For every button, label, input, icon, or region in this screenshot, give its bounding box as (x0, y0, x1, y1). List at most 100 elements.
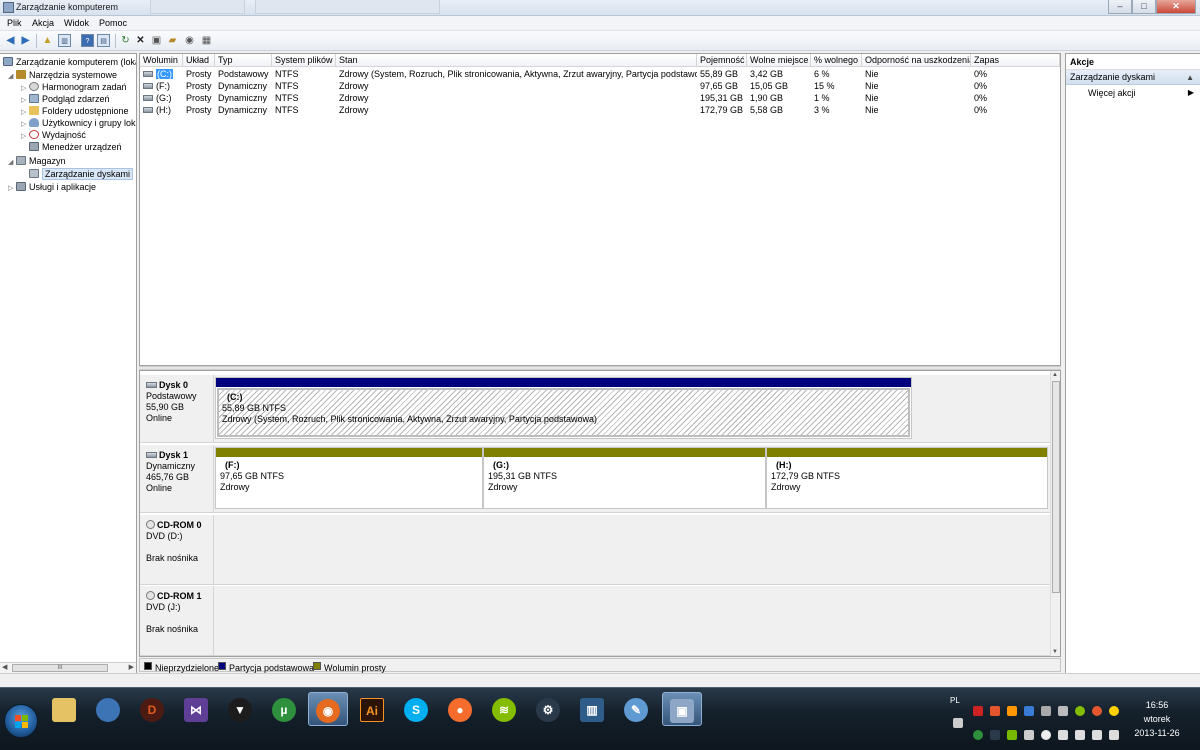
menu-help[interactable]: Pomoc (99, 18, 127, 28)
tray-app-icon[interactable] (1041, 730, 1051, 740)
column-header-type[interactable]: Typ (215, 54, 272, 67)
column-header-status[interactable]: Stan (336, 54, 697, 67)
column-header-free-space[interactable]: Wolne miejsce (747, 54, 811, 67)
tray-app-icon[interactable] (1041, 706, 1051, 716)
column-header-fault-tolerance[interactable]: Odporność na uszkodzenia (862, 54, 971, 67)
foobar-icon[interactable]: ▼ (220, 692, 260, 726)
disk-view-vertical-scrollbar[interactable]: ▲ ▼ (1050, 371, 1060, 656)
close-button[interactable]: ✕ (1156, 0, 1196, 14)
tray-app-icon[interactable] (1058, 706, 1068, 716)
partition-c[interactable]: (C:) 55,89 GB NTFS Zdrowy (System, Rozru… (215, 377, 912, 439)
flag-icon[interactable] (1075, 730, 1085, 740)
visual-studio-icon[interactable]: ⋈ (176, 692, 216, 726)
tray-app-icon[interactable] (1092, 706, 1102, 716)
tray-app-icon[interactable] (990, 706, 1000, 716)
scroll-down-icon[interactable]: ▼ (1052, 649, 1058, 655)
scroll-left-icon[interactable]: ◀ (2, 663, 7, 673)
table-row[interactable]: (F:) Prosty Dynamiczny NTFS Zdrowy 97,65… (140, 80, 1060, 92)
help-icon[interactable]: ? (81, 34, 94, 47)
tray-app-icon[interactable] (973, 706, 983, 716)
minimize-button[interactable]: – (1108, 0, 1132, 14)
column-header-percent-free[interactable]: % wolnego (811, 54, 862, 67)
tree-item-storage[interactable]: ◢ Magazyn (8, 155, 66, 167)
utorrent-icon[interactable]: µ (264, 692, 304, 726)
utorrent-tray-icon[interactable] (973, 730, 983, 740)
partition-g[interactable]: (G:) 195,31 GB NTFS Zdrowy (483, 447, 766, 509)
collapse-icon[interactable]: ◢ (8, 71, 16, 83)
properties-icon[interactable]: ▤ (97, 34, 110, 47)
folder-icon[interactable]: ▰ (166, 34, 179, 47)
collapse-icon[interactable]: ◢ (8, 157, 16, 169)
settings-icon[interactable]: ▦ (200, 34, 213, 47)
spotify-tray-icon[interactable] (1075, 706, 1085, 716)
tray-app-icon[interactable] (1024, 706, 1034, 716)
tray-app-icon[interactable] (1058, 730, 1068, 740)
tray-app-icon[interactable] (1024, 730, 1034, 740)
menu-view[interactable]: Widok (64, 18, 89, 28)
tree-item-device-manager[interactable]: Menedżer urządzeń (21, 141, 122, 153)
steam-tray-icon[interactable] (990, 730, 1000, 740)
disk-info[interactable]: Dysk 1 Dynamiczny 465,76 GB Online (140, 445, 214, 512)
paint-icon[interactable]: ✎ (616, 692, 656, 726)
tree-item-computer-management[interactable]: Zarządzanie komputerem (loka (3, 56, 136, 68)
forward-icon[interactable]: ▶ (19, 34, 32, 47)
disk-info[interactable]: CD-ROM 0 DVD (D:) Brak nośnika (140, 515, 214, 584)
menu-action[interactable]: Akcja (32, 18, 54, 28)
tree-item-event-viewer[interactable]: ▷ Podgląd zdarzeń (21, 93, 110, 105)
partition-f[interactable]: (F:) 97,65 GB NTFS Zdrowy (215, 447, 483, 509)
network-icon[interactable] (1092, 730, 1102, 740)
more-actions-item[interactable]: Więcej akcji ▶ (1066, 85, 1200, 101)
tree-item-system-tools[interactable]: ◢ Narzędzia systemowe (8, 69, 117, 81)
clock[interactable]: 16:56 wtorek 2013-11-26 (1118, 698, 1196, 740)
column-header-volume[interactable]: Wolumin (140, 54, 183, 67)
column-header-file-system[interactable]: System plików (272, 54, 336, 67)
disk-info[interactable]: Dysk 0 Podstawowy 55,90 GB Online (140, 375, 214, 442)
illustrator-icon[interactable]: Ai (352, 692, 392, 726)
task-manager-icon[interactable]: ▥ (572, 692, 612, 726)
app-icon[interactable] (3, 2, 14, 13)
scrollbar-thumb[interactable]: III (12, 664, 108, 672)
search-icon[interactable]: ◉ (183, 34, 196, 47)
skype-icon[interactable]: S (396, 692, 436, 726)
tray-app-icon[interactable] (1007, 706, 1017, 716)
scroll-right-icon[interactable]: ▶ (129, 663, 134, 673)
column-header-capacity[interactable]: Pojemność (697, 54, 747, 67)
diablo-icon[interactable]: D (132, 692, 172, 726)
refresh-icon[interactable]: ↻ (119, 34, 132, 47)
table-row[interactable]: (C:) Prosty Podstawowy NTFS Zdrowy (Syst… (140, 68, 1060, 80)
scrollbar-thumb[interactable] (1052, 381, 1060, 593)
origin-icon[interactable]: ● (440, 692, 480, 726)
thunderbird-icon[interactable] (88, 692, 128, 726)
menu-file[interactable]: Plik (7, 18, 22, 28)
up-folder-icon[interactable]: ▲ (41, 34, 54, 47)
tree-item-disk-management[interactable]: Zarządzanie dyskami (21, 168, 134, 180)
maximize-button[interactable]: □ (1132, 0, 1156, 14)
explorer-icon[interactable] (44, 692, 84, 726)
tree-horizontal-scrollbar[interactable]: ◀ III ▶ (0, 662, 136, 673)
nvidia-tray-icon[interactable] (1007, 730, 1017, 740)
column-header-layout[interactable]: Układ (183, 54, 215, 67)
start-button[interactable] (4, 704, 38, 738)
tray-app-icon[interactable] (953, 718, 963, 728)
spotify-icon[interactable]: ≋ (484, 692, 524, 726)
delete-icon[interactable]: ✕ (134, 34, 147, 47)
table-row[interactable]: (H:) Prosty Dynamiczny NTFS Zdrowy 172,7… (140, 104, 1060, 116)
table-row[interactable]: (G:) Prosty Dynamiczny NTFS Zdrowy 195,3… (140, 92, 1060, 104)
scroll-up-icon[interactable]: ▲ (1052, 372, 1058, 378)
expand-icon[interactable]: ▷ (8, 183, 16, 195)
computer-management-taskbar-icon[interactable]: ▣ (662, 692, 702, 726)
partition-h[interactable]: (H:) 172,79 GB NTFS Zdrowy (766, 447, 1048, 509)
tree-item-task-scheduler[interactable]: ▷ Harmonogram zadań (21, 81, 127, 93)
disk-info[interactable]: CD-ROM 1 DVD (J:) Brak nośnika (140, 586, 214, 655)
actions-section-disk-management[interactable]: Zarządzanie dyskami ▲ (1066, 70, 1200, 85)
firefox-icon[interactable]: ◉ (308, 692, 348, 726)
column-header-overhead[interactable]: Zapas (971, 54, 1060, 67)
back-icon[interactable]: ◀ (4, 34, 17, 47)
tree-item-local-users[interactable]: ▷ Użytkownicy i grupy lok (21, 117, 136, 129)
tree-item-shared-folders[interactable]: ▷ Foldery udostępnione (21, 105, 129, 117)
show-hide-tree-icon[interactable]: ▥ (58, 34, 71, 47)
steam-icon[interactable]: ⚙ (528, 692, 568, 726)
collapse-icon[interactable]: ▲ (1186, 70, 1194, 85)
tree-item-services-applications[interactable]: ▷ Usługi i aplikacje (8, 181, 96, 193)
tree-item-performance[interactable]: ▷ Wydajność (21, 129, 86, 141)
